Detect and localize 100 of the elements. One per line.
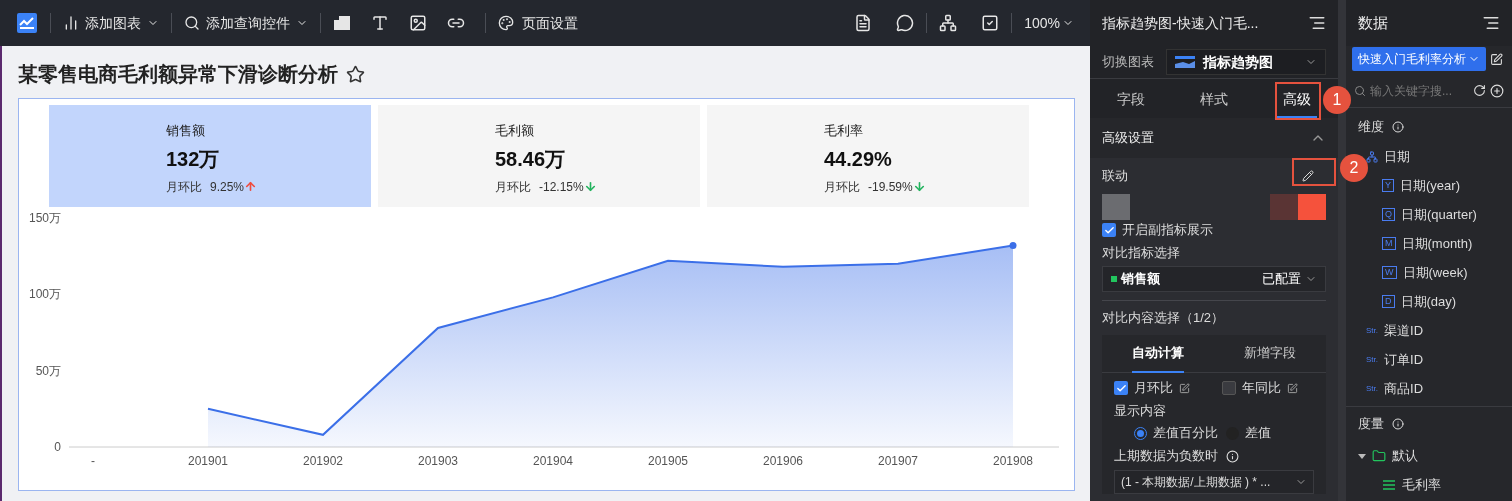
radio-label: 差值	[1245, 424, 1271, 443]
add-chart-button[interactable]: 添加图表	[63, 12, 159, 34]
info-icon[interactable]	[1392, 121, 1404, 133]
collapse-panel-icon[interactable]	[1308, 14, 1326, 32]
tab[interactable]: 高级	[1276, 82, 1317, 118]
checkbox-label: 月环比	[1134, 379, 1173, 398]
annotation-box	[1275, 82, 1321, 120]
switch-chart-label: 切换图表	[1102, 53, 1154, 72]
hierarchy-icon	[1366, 150, 1378, 163]
kpi-card[interactable]: 毛利额 58.46万 月环比 -12.15%	[378, 105, 700, 207]
checkbox[interactable]	[1114, 381, 1128, 395]
x-axis-label: 201904	[533, 454, 573, 468]
field-item[interactable]: Q 日期(quarter)	[1382, 204, 1477, 225]
field-label: 显示内容	[1114, 402, 1166, 421]
field-item[interactable]: W 日期(week)	[1382, 262, 1468, 283]
y-axis-label: 150万	[28, 211, 61, 225]
section-label: 维度	[1358, 118, 1384, 137]
folder-item[interactable]: 默认	[1358, 445, 1418, 466]
hierarchy-icon[interactable]	[939, 14, 958, 32]
kpi-card[interactable]: 销售额 132万 月环比 9.25%	[49, 105, 371, 207]
kpi-label: 销售额	[166, 122, 205, 140]
x-axis-label: 201908	[993, 454, 1033, 468]
type-badge: W	[1382, 266, 1397, 279]
field-item[interactable]: Str. 渠道ID	[1366, 320, 1423, 341]
search-icon	[1354, 84, 1366, 97]
x-axis-label: 201907	[878, 454, 918, 468]
type-badge: Y	[1382, 179, 1394, 192]
kpi-label: 毛利额	[495, 122, 534, 140]
info-icon[interactable]	[1392, 418, 1404, 430]
panel-title: 指标趋势图-快速入门毛...	[1102, 13, 1259, 33]
checklist-icon[interactable]	[981, 14, 1000, 32]
comparison-label: 月环比	[824, 178, 860, 196]
tab[interactable]: 字段	[1111, 82, 1152, 118]
edit-icon[interactable]	[1287, 382, 1298, 394]
data-point	[1009, 242, 1017, 249]
kpi-card[interactable]: 毛利率 44.29% 月环比 -19.59%	[707, 105, 1029, 207]
kpi-value: 58.46万	[495, 146, 566, 172]
x-axis-label: 201903	[418, 454, 458, 468]
compare-metric-select[interactable]: 销售额 已配置	[1102, 266, 1326, 292]
section-title: 高级设置	[1102, 129, 1154, 148]
text-icon[interactable]	[371, 14, 389, 32]
tab[interactable]: 样式	[1194, 82, 1234, 118]
dashboard-logo-icon[interactable]	[16, 12, 38, 34]
x-axis-label: 201902	[303, 454, 343, 468]
sub-tab[interactable]: 新增字段	[1214, 335, 1326, 372]
x-axis-label: 201906	[763, 454, 803, 468]
collapse-panel-icon[interactable]	[1482, 14, 1500, 32]
checkbox-label: 年同比	[1242, 379, 1281, 398]
y-axis-label: 50万	[35, 363, 61, 378]
chat-icon[interactable]	[896, 14, 915, 32]
color-swatch	[1270, 194, 1298, 220]
field-item[interactable]: 日期	[1366, 146, 1410, 167]
edit-icon[interactable]	[1179, 382, 1190, 394]
palette-icon	[498, 15, 514, 31]
page-settings-button[interactable]: 页面设置	[498, 12, 578, 34]
folder-icon	[1372, 448, 1386, 463]
comparison-label: 月环比	[166, 178, 202, 196]
x-axis-label: 201905	[648, 454, 688, 468]
field-item[interactable]: 毛利率	[1382, 474, 1441, 495]
annotation-box	[1292, 158, 1336, 186]
refresh-icon[interactable]	[1473, 84, 1486, 97]
info-icon[interactable]	[1226, 449, 1239, 463]
section-label: 度量	[1358, 415, 1384, 434]
linkage-label: 联动	[1102, 167, 1128, 186]
search-field[interactable]: 输入关键字搜...	[1370, 81, 1469, 100]
add-query-control-button[interactable]: 添加查询控件	[184, 12, 308, 34]
field-item[interactable]: M 日期(month)	[1382, 233, 1473, 254]
comparison-value: -12.15%	[539, 178, 584, 196]
bar-chart-icon	[63, 15, 79, 31]
trend-chart-icon	[1175, 56, 1195, 68]
zoom-dropdown[interactable]: 100%	[1024, 12, 1074, 34]
field-item[interactable]: Str. 订单ID	[1366, 349, 1423, 370]
tab-container-icon[interactable]	[333, 15, 351, 31]
add-icon[interactable]	[1490, 83, 1504, 98]
radio-label: 差值百分比	[1153, 424, 1218, 443]
comparison-value: 9.25%	[210, 178, 245, 196]
kpi-value: 132万	[166, 146, 220, 172]
y-axis-label: 100万	[28, 287, 61, 302]
x-axis-label: -	[91, 454, 95, 468]
type-badge: M	[1382, 237, 1396, 250]
favorite-star-icon[interactable]	[346, 64, 365, 84]
measure-icon	[1382, 478, 1396, 491]
report-icon[interactable]	[854, 14, 873, 32]
field-item[interactable]: Y 日期(year)	[1382, 175, 1460, 196]
checkbox[interactable]	[1222, 381, 1236, 395]
color-swatch	[1298, 194, 1326, 220]
image-icon[interactable]	[409, 14, 427, 32]
field-label: 对比内容选择（1/2）	[1102, 309, 1225, 328]
field-item[interactable]: Str. 商品ID	[1366, 378, 1423, 399]
dataset-select[interactable]: 快速入门毛利率分析	[1352, 47, 1486, 71]
sub-tab[interactable]: 自动计算	[1102, 335, 1214, 372]
field-label: 上期数据为负数时	[1114, 447, 1218, 466]
field-item[interactable]: D 日期(day)	[1382, 291, 1457, 312]
dashboard-title: 某零售电商毛利额异常下滑诊断分析	[18, 62, 338, 87]
data-panel-title: 数据	[1358, 12, 1388, 33]
chart-type-select[interactable]: 指标趋势图	[1166, 49, 1326, 75]
field-label: 对比指标选择	[1102, 244, 1180, 263]
checkbox[interactable]	[1102, 223, 1116, 237]
formula-select[interactable]: (1 - 本期数据/上期数据 ) * ...	[1114, 470, 1314, 494]
y-axis-label: 0	[54, 440, 61, 454]
